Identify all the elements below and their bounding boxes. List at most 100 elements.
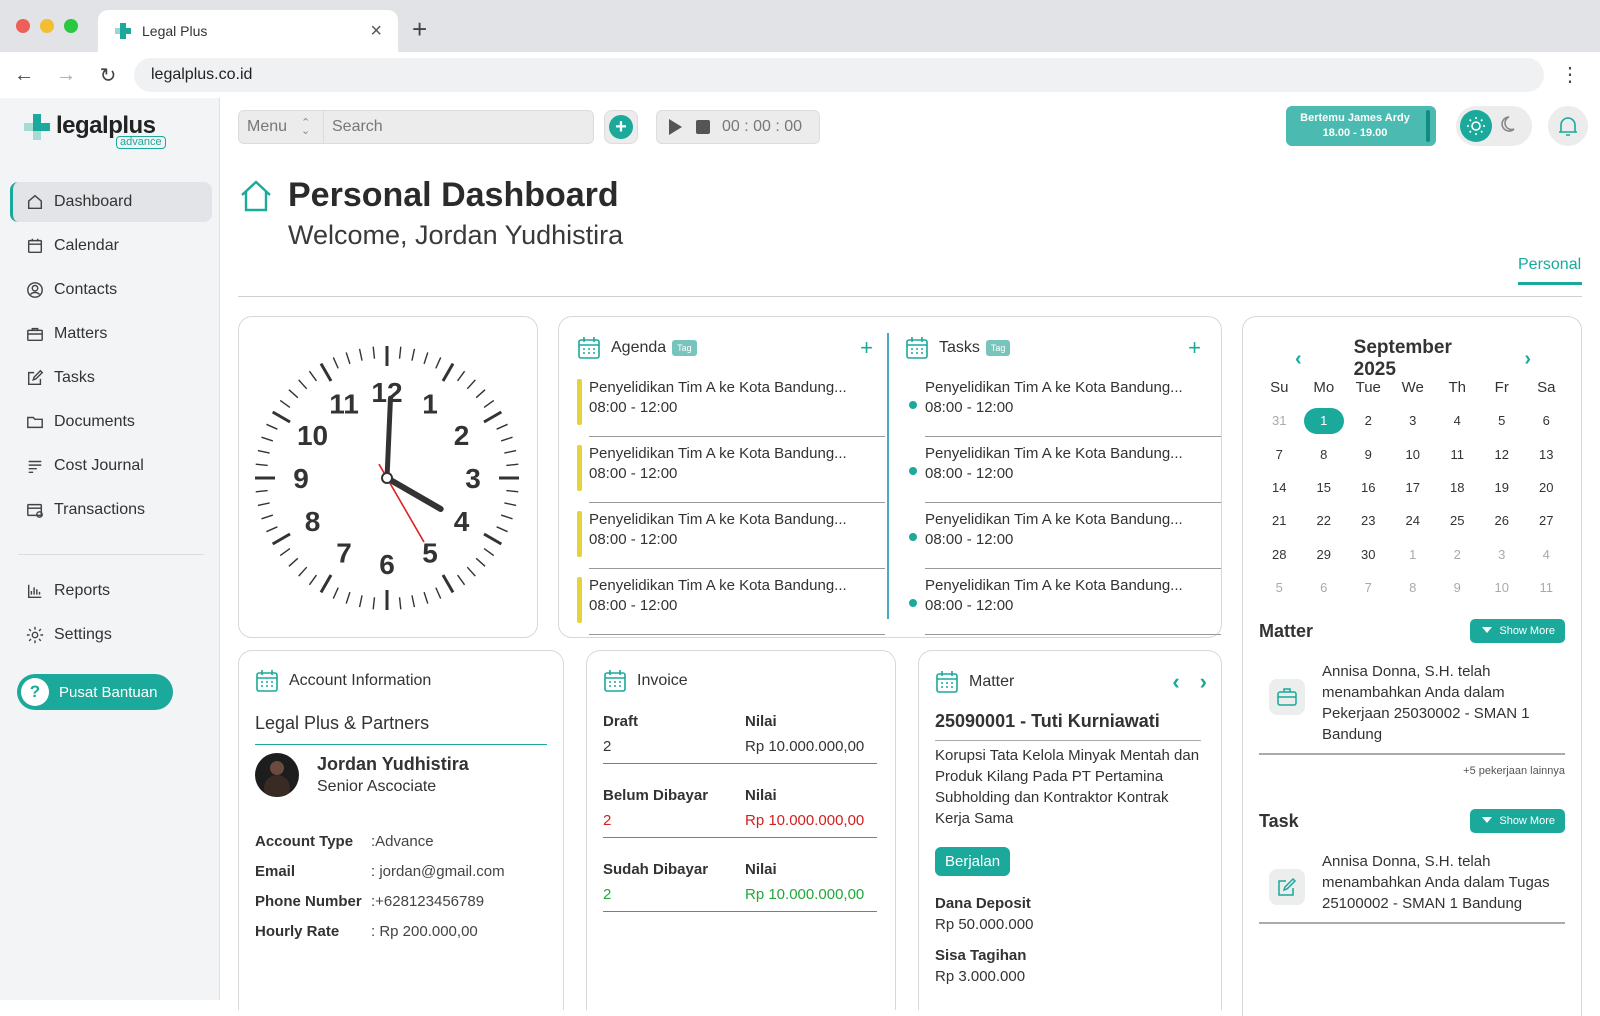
sidebar-item-cost-journal[interactable]: Cost Journal [10,446,212,486]
play-icon[interactable] [669,119,682,135]
sidebar-item-dashboard[interactable]: Dashboard [10,182,212,222]
calendar-day[interactable]: 5 [1480,404,1525,437]
calendar-day[interactable]: 25 [1435,504,1480,537]
tab-personal[interactable]: Personal [1518,256,1582,285]
calendar-day[interactable]: 24 [1391,504,1436,537]
address-bar[interactable]: legalplus.co.id [134,58,1544,92]
calendar-day[interactable]: 18 [1435,471,1480,504]
calendar-day[interactable]: 3 [1480,537,1525,570]
back-icon[interactable]: ← [6,64,42,87]
maximize-window-button[interactable] [64,19,78,33]
agenda-tag[interactable]: Tag [672,340,697,356]
calendar-day[interactable]: 1 [1302,404,1347,437]
calendar-day[interactable]: 4 [1435,404,1480,437]
calendar-day[interactable]: 17 [1391,471,1436,504]
browser-menu-icon[interactable]: ⋮ [1560,62,1580,87]
calendar-day[interactable]: 10 [1480,571,1525,604]
calendar-day[interactable]: 9 [1346,438,1391,471]
calendar-day[interactable]: 15 [1302,471,1347,504]
calendar-day[interactable]: 30 [1346,537,1391,570]
calendar-day[interactable]: 8 [1302,438,1347,471]
task-item[interactable]: Penyelidikan Tim A ke Kota Bandung... 08:… [909,445,1221,511]
moon-icon[interactable] [1500,114,1520,139]
calendar-day[interactable]: 13 [1524,438,1569,471]
matter-case-title[interactable]: 25090001 - Tuti Kurniawati [935,711,1201,741]
sidebar-item-documents[interactable]: Documents [10,402,212,442]
add-task-icon[interactable]: + [1188,335,1201,361]
calendar-day[interactable]: 31 [1257,404,1302,437]
sidebar-item-calendar[interactable]: Calendar [10,226,212,266]
meeting-reminder[interactable]: Bertemu James Ardy 18.00 - 19.00 [1286,106,1436,146]
sidebar-item-settings[interactable]: Settings [10,615,212,655]
agenda-item[interactable]: Penyelidikan Tim A ke Kota Bandung... 08:… [577,445,885,511]
calendar-day[interactable]: 23 [1346,504,1391,537]
agenda-item[interactable]: Penyelidikan Tim A ke Kota Bandung... 08:… [577,577,885,643]
calendar-day[interactable]: 16 [1346,471,1391,504]
logo[interactable]: legalplus advance [24,114,166,150]
invoice-row-draft[interactable]: Draft Nilai 2 Rp 10.000.000,00 [603,713,877,764]
task-item[interactable]: Penyelidikan Tim A ke Kota Bandung... 08:… [909,379,1221,445]
calendar-day[interactable]: 6 [1524,404,1569,437]
avatar[interactable] [255,753,299,797]
calendar-day[interactable]: 14 [1257,471,1302,504]
tab-close-icon[interactable]: × [370,20,382,43]
calendar-day[interactable]: 12 [1480,438,1525,471]
help-center-button[interactable]: ? Pusat Bantuan [17,674,173,710]
calendar-day[interactable]: 7 [1346,571,1391,604]
sun-icon[interactable] [1460,110,1492,142]
tasks-tag[interactable]: Tag [985,340,1011,356]
calendar-day[interactable]: 20 [1524,471,1569,504]
sidebar-item-matters[interactable]: Matters [10,314,212,354]
calendar-day[interactable]: 7 [1257,438,1302,471]
calendar-day[interactable]: 26 [1480,504,1525,537]
notification-bell-icon[interactable] [1548,106,1588,146]
new-tab-icon[interactable]: + [412,14,427,45]
reload-icon[interactable]: ↻ [90,63,126,88]
calendar-day[interactable]: 19 [1480,471,1525,504]
close-window-button[interactable] [16,19,30,33]
task-feed-item[interactable]: Annisa Donna, S.H. telah menambahkan And… [1259,851,1565,914]
calendar-day[interactable]: 5 [1257,571,1302,604]
calendar-day[interactable]: 6 [1302,571,1347,604]
menu-select[interactable]: Menu ⌃ ⌄ [238,110,324,144]
calendar-day[interactable]: 29 [1302,537,1347,570]
calendar-day[interactable]: 8 [1391,571,1436,604]
add-button[interactable]: + [604,110,638,144]
calendar-day[interactable]: 1 [1391,537,1436,570]
task-item[interactable]: Penyelidikan Tim A ke Kota Bandung... 08:… [909,577,1221,643]
calendar-day[interactable]: 10 [1391,438,1436,471]
calendar-day[interactable]: 2 [1346,404,1391,437]
calendar-day[interactable]: 4 [1524,537,1569,570]
calendar-day[interactable]: 9 [1435,571,1480,604]
forward-icon[interactable]: → [48,64,84,87]
prev-month-icon[interactable]: ‹ [1295,348,1302,371]
chevron-right-icon[interactable]: › [1200,669,1207,695]
matter-feed-item[interactable]: Annisa Donna, S.H. telah menambahkan And… [1259,661,1565,745]
chevron-left-icon[interactable]: ‹ [1172,669,1179,695]
next-month-icon[interactable]: › [1524,348,1531,371]
calendar-day[interactable]: 27 [1524,504,1569,537]
invoice-row-paid[interactable]: Sudah Dibayar Nilai 2 Rp 10.000.000,00 [603,861,877,912]
add-agenda-icon[interactable]: + [860,335,873,361]
calendar-day[interactable]: 11 [1435,438,1480,471]
calendar-day[interactable]: 11 [1524,571,1569,604]
minimize-window-button[interactable] [40,19,54,33]
task-show-more-button[interactable]: Show More [1470,809,1565,833]
calendar-day[interactable]: 2 [1435,537,1480,570]
calendar-day[interactable]: 3 [1391,404,1436,437]
browser-tab[interactable]: Legal Plus × [98,10,398,52]
sidebar-item-contacts[interactable]: Contacts [10,270,212,310]
agenda-item[interactable]: Penyelidikan Tim A ke Kota Bandung... 08:… [577,511,885,577]
matter-more-link[interactable]: +5 pekerjaan lainnya [1259,765,1565,777]
sidebar-item-tasks[interactable]: Tasks [10,358,212,398]
matter-show-more-button[interactable]: Show More [1470,619,1565,643]
stop-icon[interactable] [696,120,710,134]
invoice-row-unpaid[interactable]: Belum Dibayar Nilai 2 Rp 10.000.000,00 [603,787,877,838]
task-item[interactable]: Penyelidikan Tim A ke Kota Bandung... 08:… [909,511,1221,577]
calendar-day[interactable]: 22 [1302,504,1347,537]
theme-toggle[interactable] [1456,106,1532,146]
calendar-day[interactable]: 21 [1257,504,1302,537]
agenda-item[interactable]: Penyelidikan Tim A ke Kota Bandung... 08:… [577,379,885,445]
search-input[interactable]: Search [324,110,594,144]
calendar-day[interactable]: 28 [1257,537,1302,570]
